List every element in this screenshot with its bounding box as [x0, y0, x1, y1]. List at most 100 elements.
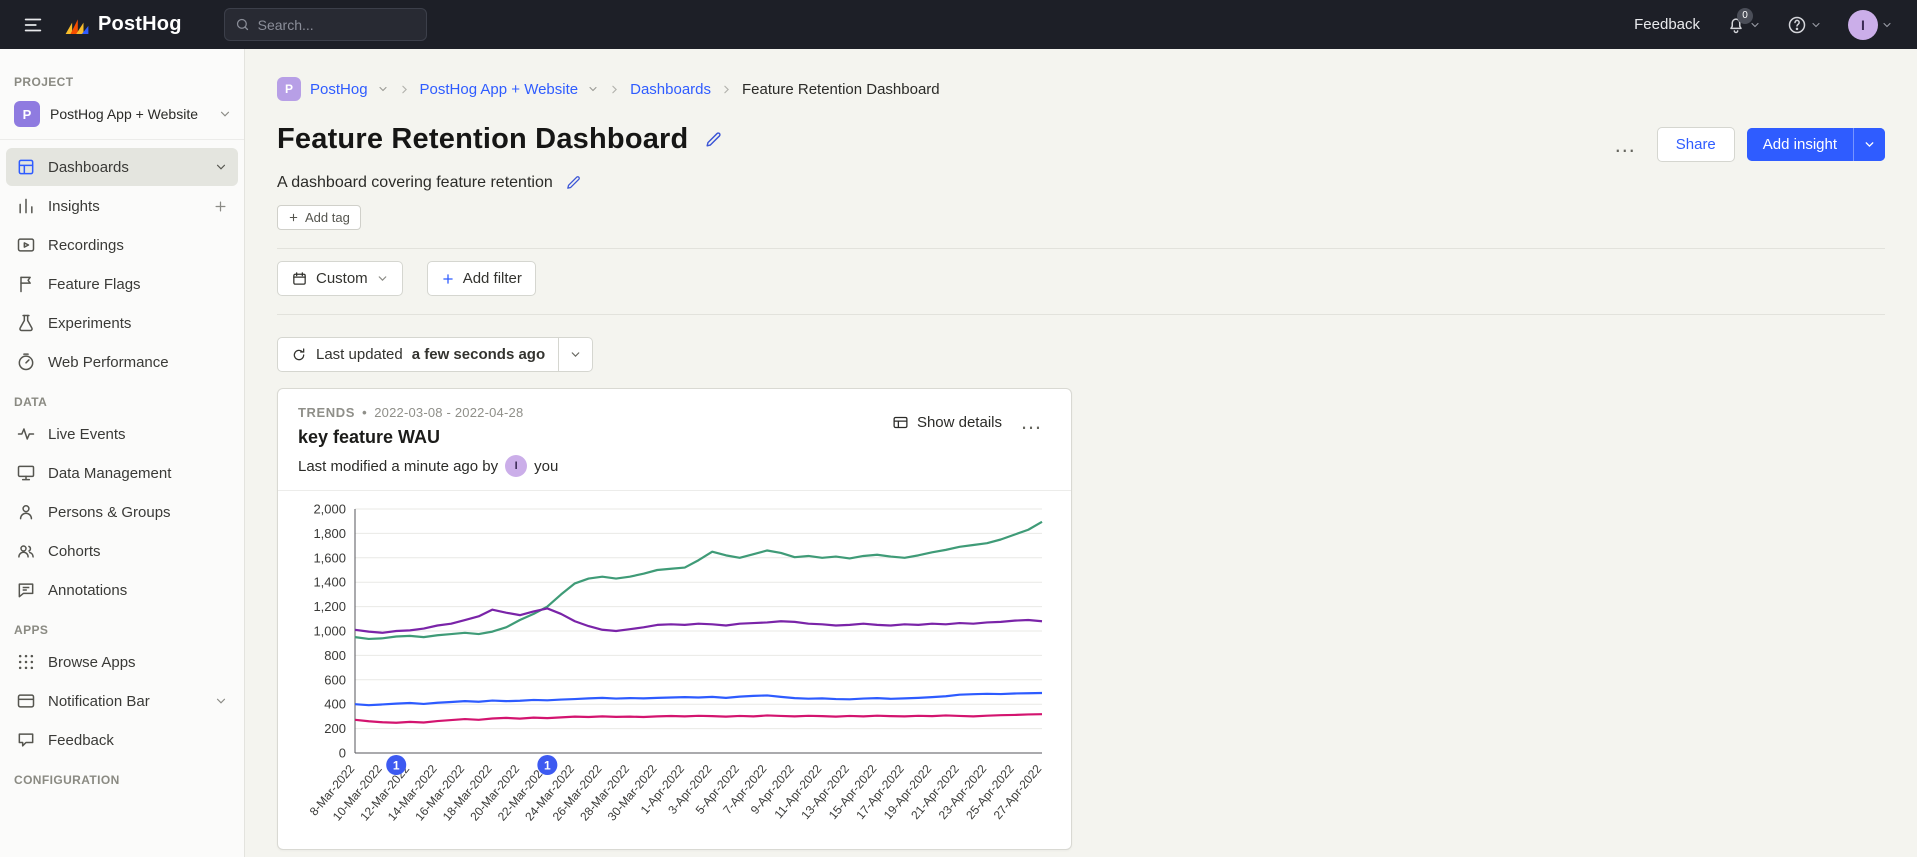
- sidebar-item-label: Recordings: [48, 237, 228, 254]
- plus-icon: [441, 272, 455, 286]
- divider: [277, 314, 1885, 315]
- sidebar-item-browse-apps[interactable]: Browse Apps: [6, 643, 238, 681]
- apps-grid-icon: [16, 652, 36, 672]
- page-title: Feature Retention Dashboard: [277, 123, 688, 156]
- add-filter-button[interactable]: Add filter: [427, 261, 536, 296]
- chevron-down-icon[interactable]: [214, 160, 228, 174]
- sidebar-item-label: Insights: [48, 198, 201, 215]
- sidebar-item-notification-bar[interactable]: Notification Bar: [6, 682, 238, 720]
- flag-icon: [16, 274, 36, 294]
- global-search[interactable]: [224, 8, 427, 41]
- sidebar-item-persons-groups[interactable]: Persons & Groups: [6, 493, 238, 531]
- sidebar: PROJECT P PostHog App + Website Dashboar…: [0, 49, 245, 857]
- chevron-down-icon: [376, 272, 389, 285]
- top-navigation-bar: PostHog Feedback 0 I: [0, 0, 1917, 49]
- chevron-down-icon[interactable]: [587, 83, 599, 95]
- sidebar-item-annotations[interactable]: Annotations: [6, 571, 238, 609]
- chevron-right-icon: [720, 83, 733, 96]
- dashboard-description: A dashboard covering feature retention: [277, 174, 553, 192]
- sidebar-item-label: Feature Flags: [48, 276, 228, 293]
- series-blue-line: [355, 693, 1042, 705]
- show-details-button[interactable]: Show details: [892, 414, 1002, 431]
- sidebar-item-feedback[interactable]: Feedback: [6, 721, 238, 759]
- sidebar-item-data-management[interactable]: Data Management: [6, 454, 238, 492]
- sidebar-item-web-performance[interactable]: Web Performance: [6, 343, 238, 381]
- insight-type-label: TRENDS: [298, 405, 355, 420]
- monitor-icon: [16, 463, 36, 483]
- person-icon: [16, 502, 36, 522]
- share-button[interactable]: Share: [1657, 127, 1735, 162]
- insight-card: TRENDS • 2022-03-08 - 2022-04-28 key fea…: [277, 388, 1072, 850]
- insight-date-range: 2022-03-08 - 2022-04-28: [374, 405, 523, 420]
- breadcrumb-posthog[interactable]: PostHog: [310, 81, 368, 98]
- recordings-icon: [16, 235, 36, 255]
- help-icon: [1787, 15, 1807, 35]
- sidebar-section-configuration: CONFIGURATION: [14, 773, 230, 787]
- chevron-down-icon: [218, 107, 232, 121]
- calendar-icon: [291, 270, 308, 287]
- annotation-badge[interactable]: 1: [386, 755, 406, 775]
- search-input[interactable]: [258, 17, 416, 33]
- insight-title[interactable]: key feature WAU: [298, 427, 558, 448]
- add-tag-button[interactable]: Add tag: [277, 205, 361, 230]
- menu-icon[interactable]: [18, 10, 48, 40]
- sidebar-item-label: Feedback: [48, 732, 228, 749]
- user-avatar: I: [1848, 10, 1878, 40]
- svg-text:1,000: 1,000: [313, 624, 346, 639]
- project-selector[interactable]: P PostHog App + Website: [0, 95, 244, 139]
- notifications-button[interactable]: 0: [1726, 15, 1761, 35]
- breadcrumb: P PostHog PostHog App + Website Dashboar…: [277, 77, 1885, 101]
- chevron-right-icon: [398, 83, 411, 96]
- speech-bubble-icon: [16, 730, 36, 750]
- sidebar-item-experiments[interactable]: Experiments: [6, 304, 238, 342]
- flask-icon: [16, 313, 36, 333]
- sidebar-item-label: Data Management: [48, 465, 228, 482]
- annotation-badge[interactable]: 1: [537, 755, 557, 775]
- refresh-time: a few seconds ago: [412, 346, 545, 363]
- svg-text:400: 400: [324, 697, 346, 712]
- user-menu-button[interactable]: I: [1848, 10, 1893, 40]
- insight-more-button[interactable]: …: [1012, 411, 1051, 433]
- breadcrumb-project[interactable]: PostHog App + Website: [420, 81, 579, 98]
- dashboard-more-button[interactable]: …: [1606, 134, 1645, 156]
- refresh-options-button[interactable]: [559, 337, 593, 372]
- edit-description-icon[interactable]: [563, 172, 584, 193]
- chevron-down-icon[interactable]: [377, 83, 389, 95]
- posthog-logo-icon: [64, 14, 90, 36]
- edit-title-icon[interactable]: [702, 128, 725, 151]
- sidebar-section-data: DATA: [14, 395, 230, 409]
- refresh-button[interactable]: Last updated a few seconds ago: [277, 337, 559, 372]
- breadcrumb-dashboards[interactable]: Dashboards: [630, 81, 711, 98]
- people-icon: [16, 541, 36, 561]
- project-name: PostHog App + Website: [50, 106, 208, 122]
- help-button[interactable]: [1787, 15, 1822, 35]
- refresh-prefix: Last updated: [316, 346, 403, 363]
- posthog-logo[interactable]: PostHog: [64, 13, 182, 36]
- series-magenta-line: [355, 714, 1042, 723]
- feedback-button[interactable]: Feedback: [1634, 16, 1700, 33]
- modified-user: you: [534, 458, 558, 475]
- plus-icon[interactable]: [213, 199, 228, 214]
- sidebar-item-feature-flags[interactable]: Feature Flags: [6, 265, 238, 303]
- sidebar-section-apps: APPS: [14, 623, 230, 637]
- sidebar-item-recordings[interactable]: Recordings: [6, 226, 238, 264]
- sidebar-item-dashboards[interactable]: Dashboards: [6, 148, 238, 186]
- chevron-down-icon[interactable]: [214, 694, 228, 708]
- sidebar-item-label: Notification Bar: [48, 693, 202, 710]
- meta-separator: •: [362, 405, 367, 420]
- svg-text:1,800: 1,800: [313, 526, 346, 541]
- breadcrumb-project-avatar[interactable]: P: [277, 77, 301, 101]
- series-purple-line: [355, 608, 1042, 632]
- stopwatch-icon: [16, 352, 36, 372]
- sidebar-item-live-events[interactable]: Live Events: [6, 415, 238, 453]
- sidebar-item-insights[interactable]: Insights: [6, 187, 238, 225]
- date-filter-button[interactable]: Custom: [277, 261, 403, 296]
- divider: [0, 139, 244, 140]
- add-insight-button[interactable]: Add insight: [1747, 128, 1853, 161]
- show-details-label: Show details: [917, 414, 1002, 431]
- plus-icon: [288, 212, 299, 223]
- svg-text:0: 0: [339, 746, 346, 761]
- sidebar-item-cohorts[interactable]: Cohorts: [6, 532, 238, 570]
- add-insight-dropdown[interactable]: [1853, 128, 1885, 161]
- brand-name: PostHog: [98, 13, 182, 36]
